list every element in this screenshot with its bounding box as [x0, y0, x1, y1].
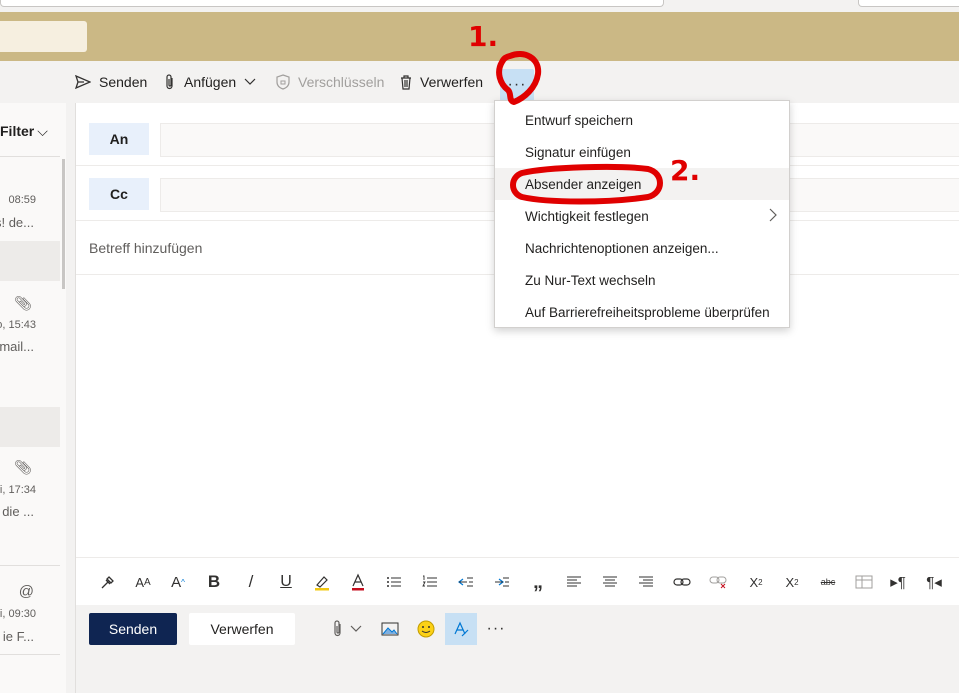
- divider: [0, 654, 60, 655]
- browser-tab[interactable]: [0, 0, 664, 7]
- italic-icon[interactable]: /: [241, 572, 261, 592]
- to-button[interactable]: An: [89, 123, 149, 155]
- menu-item-label: Entwurf speichern: [525, 112, 634, 128]
- filter-label: Filter: [0, 123, 35, 139]
- subscript-icon[interactable]: X2: [782, 572, 802, 592]
- message-preview: die ...: [2, 504, 34, 519]
- encrypt-toolbar-button[interactable]: Verschlüsseln: [276, 61, 384, 103]
- annotation-step-1: 1.: [468, 20, 499, 53]
- ltr-icon[interactable]: ▸¶: [888, 572, 908, 592]
- align-center-icon[interactable]: [600, 572, 620, 592]
- menu-item-label: Auf Barrierefreiheitsprobleme überprüfen: [525, 304, 770, 320]
- shield-lock-icon: [276, 74, 290, 90]
- browser-tab[interactable]: [858, 0, 959, 7]
- underline-icon[interactable]: U: [276, 572, 296, 592]
- message-time: 08:59: [8, 194, 36, 206]
- compose-action-bar: Senden Verwerfen ···: [76, 605, 959, 693]
- decrease-indent-icon[interactable]: [456, 572, 476, 592]
- chevron-down-icon[interactable]: [348, 613, 364, 645]
- send-toolbar-button[interactable]: Senden: [75, 61, 147, 103]
- message-list: Filter⌵ 08:59 s! de... 📎︎ o, 15:43 mail.…: [0, 103, 66, 693]
- trash-icon: [401, 74, 411, 90]
- rtl-icon[interactable]: ¶◂: [924, 572, 944, 592]
- more-options-menu: Entwurf speichern Signatur einfügen Abse…: [494, 100, 790, 328]
- send-button[interactable]: Senden: [89, 613, 177, 645]
- menu-item-label: Signatur einfügen: [525, 144, 631, 160]
- message-time: i, 09:30: [0, 608, 36, 620]
- browser-tab-strip: [0, 0, 959, 12]
- insert-link-icon[interactable]: [672, 572, 692, 592]
- message-preview: s! de...: [0, 215, 34, 230]
- font-color-icon[interactable]: [348, 572, 368, 592]
- bold-icon[interactable]: B: [204, 572, 224, 592]
- annotation-step-2: 2.: [670, 154, 701, 187]
- bullet-list-icon[interactable]: [384, 572, 404, 592]
- attach-toolbar-label: Anfügen: [184, 74, 237, 90]
- message-time: i, 17:34: [0, 484, 36, 496]
- list-item[interactable]: 📎︎ o, 15:43 mail...: [0, 281, 60, 405]
- list-item[interactable]: 08:59 s! de...: [0, 157, 60, 241]
- paperclip-icon: [166, 74, 173, 90]
- send-icon: [75, 75, 91, 89]
- discard-toolbar-label: Verwerfen: [420, 74, 484, 90]
- cc-button[interactable]: Cc: [89, 178, 149, 210]
- filter-button[interactable]: Filter ⌵: [0, 123, 48, 140]
- menu-item-message-options[interactable]: Nachrichtenoptionen anzeigen...: [495, 232, 789, 264]
- superscript-icon[interactable]: X2: [746, 572, 766, 592]
- chevron-down-icon[interactable]: [244, 78, 256, 86]
- message-preview: ie F...: [2, 629, 34, 644]
- scrollbar[interactable]: [62, 159, 65, 289]
- more-options-icon[interactable]: ···: [482, 613, 510, 645]
- discard-button[interactable]: Verwerfen: [189, 613, 295, 645]
- search-box[interactable]: [0, 21, 87, 52]
- menu-item-label: Wichtigkeit festlegen: [525, 208, 649, 224]
- compose-toolbar: Senden Anfügen Verschlüsseln Verwerfen ·…: [0, 61, 959, 103]
- attach-toolbar-button[interactable]: Anfügen: [164, 61, 256, 103]
- menu-item-switch-plain-text[interactable]: Zu Nur-Text wechseln: [495, 264, 789, 296]
- menu-item-save-draft[interactable]: Entwurf speichern: [495, 104, 789, 136]
- annotation-circle-1: [496, 51, 542, 105]
- align-right-icon[interactable]: [636, 572, 656, 592]
- menu-item-label: Zu Nur-Text wechseln: [525, 272, 656, 288]
- chevron-right-icon: [769, 208, 777, 222]
- numbered-list-icon[interactable]: [420, 572, 440, 592]
- highlight-icon[interactable]: [312, 572, 332, 592]
- strikethrough-icon[interactable]: abc: [818, 572, 838, 592]
- editor-icon[interactable]: [445, 613, 477, 645]
- menu-item-check-accessibility[interactable]: Auf Barrierefreiheitsprobleme überprüfen: [495, 296, 789, 328]
- font-size-icon[interactable]: AA: [133, 572, 153, 592]
- quote-icon[interactable]: „: [528, 571, 548, 593]
- align-left-icon[interactable]: [564, 572, 584, 592]
- emoji-icon[interactable]: [412, 613, 440, 645]
- discard-toolbar-button[interactable]: Verwerfen: [400, 61, 483, 103]
- annotation-circle-2: [510, 163, 663, 205]
- at-mention-icon: @: [18, 583, 34, 600]
- increase-indent-icon[interactable]: [492, 572, 512, 592]
- menu-item-label: Nachrichtenoptionen anzeigen...: [525, 240, 719, 256]
- chevron-down-icon: ⌵: [37, 123, 48, 139]
- paperclip-icon: 📎︎: [14, 459, 32, 475]
- list-group-header: [0, 407, 60, 447]
- remove-link-icon[interactable]: [708, 572, 728, 592]
- grow-font-icon[interactable]: A ^: [168, 572, 188, 592]
- subject-input[interactable]: Betreff hinzufügen: [89, 240, 202, 256]
- list-group-header: [0, 241, 60, 281]
- insert-table-icon[interactable]: [854, 572, 874, 592]
- formatting-toolbar: AA A ^ B / U „ X 2 X 2 abc ▸¶ ¶◂: [76, 557, 959, 606]
- paperclip-icon: 📎︎: [14, 295, 32, 311]
- encrypt-toolbar-label: Verschlüsseln: [298, 74, 385, 90]
- list-item[interactable]: @ i, 09:30 ie F...: [0, 566, 60, 656]
- insert-picture-icon[interactable]: [376, 613, 404, 645]
- message-time: o, 15:43: [0, 319, 36, 331]
- paperclip-icon[interactable]: [326, 613, 350, 645]
- message-preview: mail...: [0, 339, 34, 354]
- format-painter-icon[interactable]: [98, 572, 118, 592]
- list-item[interactable]: 📎︎ i, 17:34 die ...: [0, 447, 60, 567]
- send-toolbar-label: Senden: [99, 74, 148, 90]
